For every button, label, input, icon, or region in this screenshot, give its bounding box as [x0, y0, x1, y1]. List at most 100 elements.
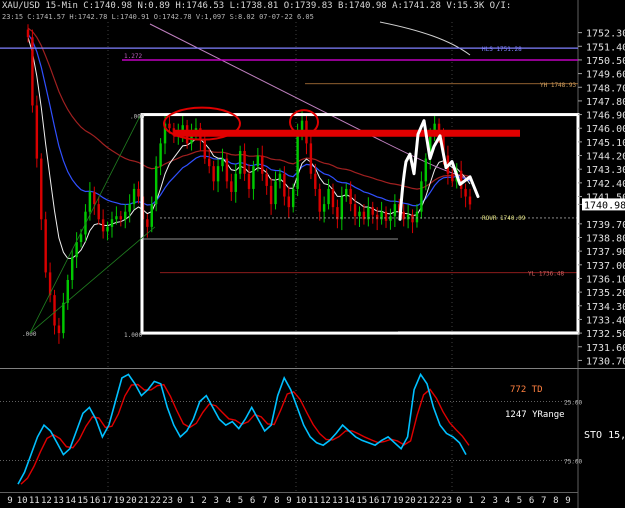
- candle-body-18: [106, 226, 109, 232]
- candle-body-71: [340, 196, 344, 220]
- price-label-15: 1738.80: [586, 233, 625, 244]
- time-label-28: 14: [344, 496, 355, 506]
- time-label-4: 13: [53, 496, 64, 506]
- time-label-33: 20: [405, 496, 416, 506]
- time-label-34: 21: [417, 496, 428, 506]
- candle-body-46: [230, 181, 233, 192]
- candle-body-67: [322, 204, 326, 212]
- price-chart: HLS 1751.28 1.272 YH 1748.93 ROVR 1740.09 YL…: [0, 0, 625, 508]
- yl-label: YL 1736.48: [528, 271, 565, 278]
- time-label-14: 0: [177, 496, 182, 506]
- candle-body-82: [389, 216, 392, 221]
- candle-body-22: [124, 211, 127, 220]
- candle-body-70: [336, 207, 339, 220]
- time-label-39: 2: [480, 496, 485, 506]
- candle-body-64: [309, 143, 313, 174]
- time-label-31: 17: [381, 496, 392, 506]
- time-label-0: 9: [7, 496, 12, 506]
- price-label-11: 1742.40: [586, 179, 625, 190]
- time-label-25: 11: [308, 496, 319, 506]
- candle-body-56: [274, 181, 277, 205]
- candle-body-66: [318, 188, 321, 212]
- time-label-12: 22: [150, 496, 161, 506]
- time-label-15: 1: [189, 496, 194, 506]
- time-label-41: 4: [505, 496, 510, 506]
- candle-body-32: [168, 123, 171, 129]
- price-label-4: 1748.70: [586, 83, 625, 94]
- candle-body-77: [367, 207, 370, 220]
- time-label-19: 5: [238, 496, 243, 506]
- time-label-30: 16: [368, 496, 379, 506]
- candle-body-58: [283, 173, 286, 197]
- candle-body-89: [420, 181, 423, 212]
- chart-background: [0, 0, 625, 508]
- candle-body-55: [269, 185, 273, 205]
- yh-label: YH 1748.93: [540, 82, 577, 89]
- candle-body-12: [79, 234, 83, 243]
- candle-body-16: [97, 204, 100, 220]
- time-label-45: 8: [553, 496, 558, 506]
- candle-body-25: [137, 188, 140, 197]
- candle-body-53: [261, 155, 264, 174]
- price-label-10: 1743.30: [586, 165, 625, 176]
- time-label-32: 19: [393, 496, 404, 506]
- fib-1272-label: 1.272: [124, 53, 142, 60]
- rovr-label: ROVR 1740.09: [482, 215, 526, 222]
- time-label-18: 4: [226, 496, 231, 506]
- candle-body-10: [70, 257, 74, 280]
- osc-yrange-label: 1247 YRange: [505, 410, 565, 420]
- price-label-19: 1735.20: [586, 288, 625, 299]
- candle-body-81: [384, 211, 388, 221]
- time-label-46: 9: [565, 496, 570, 506]
- price-label-17: 1737.00: [586, 261, 625, 272]
- price-label-5: 1747.80: [586, 97, 625, 108]
- candle-body-74: [353, 204, 357, 217]
- time-label-17: 3: [214, 496, 219, 506]
- candle-body-98: [459, 170, 463, 189]
- time-label-11: 21: [138, 496, 149, 506]
- candle-body-68: [327, 188, 330, 205]
- candle-body-61: [296, 131, 299, 189]
- candle-body-19: [110, 219, 114, 227]
- candle-body-15: [93, 191, 96, 205]
- candle-body-2: [35, 105, 39, 159]
- time-label-9: 19: [114, 496, 125, 506]
- time-label-16: 2: [201, 496, 206, 506]
- time-label-35: 22: [429, 496, 440, 506]
- time-label-23: 9: [286, 496, 291, 506]
- candle-body-43: [216, 166, 220, 182]
- candle-body-42: [212, 166, 215, 182]
- osc-level-25-label: 25.00: [564, 400, 582, 407]
- time-label-26: 12: [320, 496, 331, 506]
- candle-body-50: [247, 173, 251, 189]
- candle-body-30: [159, 143, 162, 167]
- candle-body-8: [62, 302, 65, 334]
- candle-body-78: [371, 207, 374, 215]
- current-price-label: 1740.98: [584, 200, 625, 211]
- time-label-2: 11: [29, 496, 40, 506]
- time-label-44: 7: [541, 496, 546, 506]
- price-label-2: 1750.50: [586, 56, 625, 67]
- candle-body-9: [66, 279, 69, 303]
- time-label-7: 16: [89, 496, 100, 506]
- time-label-13: 23: [162, 496, 173, 506]
- candle-body-100: [468, 196, 472, 205]
- candle-body-59: [287, 196, 290, 208]
- time-label-29: 15: [356, 496, 367, 506]
- candle-body-14: [88, 191, 92, 212]
- hls-label: HLS 1751.28: [482, 46, 522, 53]
- candle-body-62: [300, 120, 304, 132]
- candle-body-60: [291, 188, 295, 208]
- time-label-27: 13: [332, 496, 343, 506]
- price-axis: 1752.30 1751.40 1750.50 1749.60 1748.70 1747.…: [578, 29, 625, 367]
- candle-body-6: [53, 295, 56, 326]
- candle-body-0: [26, 29, 30, 38]
- time-label-36: 23: [441, 496, 452, 506]
- time-label-20: 6: [250, 496, 255, 506]
- time-label-21: 7: [262, 496, 267, 506]
- candle-body-86: [406, 214, 410, 220]
- candle-body-52: [256, 155, 260, 167]
- candle-body-88: [415, 211, 419, 223]
- candle-body-28: [150, 204, 153, 227]
- price-label-24: 1730.70: [586, 356, 625, 367]
